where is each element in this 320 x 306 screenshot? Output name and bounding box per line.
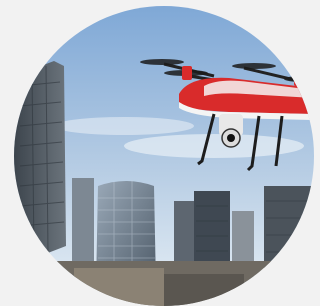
propeller [140,59,184,65]
drone-city-photo [14,6,314,306]
low-building [164,274,244,306]
circular-photo [14,6,314,306]
low-building [74,268,164,306]
tower-e [264,186,314,296]
propeller [232,63,276,69]
left-skyscraper [14,61,66,266]
cloud [54,117,194,135]
